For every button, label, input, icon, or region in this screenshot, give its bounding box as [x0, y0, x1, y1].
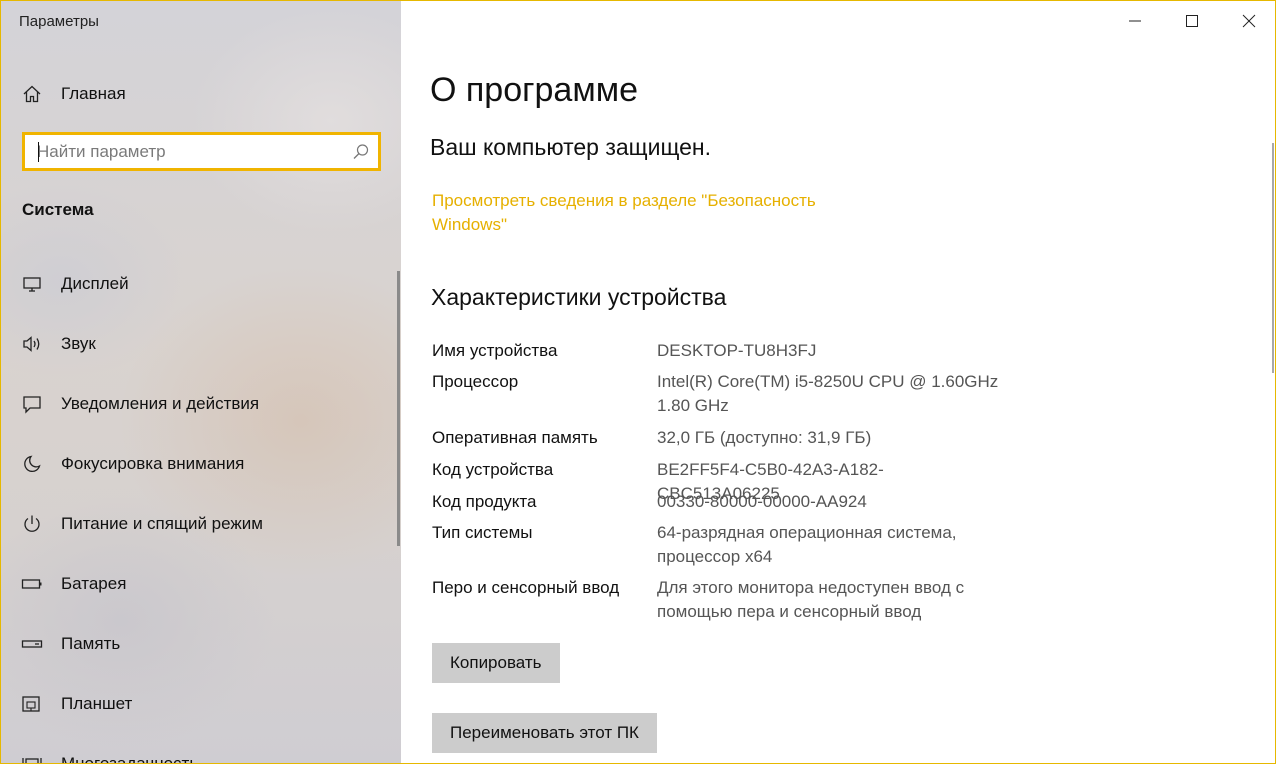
spec-label: Код продукта	[432, 492, 537, 511]
sidebar-item-battery[interactable]: Батарея	[1, 554, 401, 614]
sidebar-item-notifications[interactable]: Уведомления и действия	[1, 374, 401, 434]
main-content: О программе Ваш компьютер защищен. Просм…	[401, 1, 1275, 763]
spec-label: Код устройства	[432, 460, 554, 479]
minimize-button[interactable]	[1106, 1, 1163, 41]
power-icon	[21, 513, 43, 535]
sidebar-item-multitasking[interactable]: Многозадачность	[1, 734, 401, 764]
spec-value: Intel(R) Core(TM) i5-8250U CPU @ 1.60GHz…	[657, 372, 999, 415]
maximize-icon	[1185, 15, 1198, 27]
spec-label: Перо и сенсорный ввод	[432, 578, 620, 597]
spec-label: Имя устройства	[432, 341, 558, 360]
app-title: Параметры	[19, 13, 99, 30]
spec-label: Процессор	[432, 372, 519, 391]
protection-status: Ваш компьютер защищен.	[430, 134, 711, 160]
sidebar-item-label: Звук	[61, 334, 96, 353]
text-caret	[38, 142, 39, 162]
sidebar-item-label: Фокусировка внимания	[61, 454, 245, 473]
sidebar-item-sound[interactable]: Звук	[1, 314, 401, 374]
sidebar-nav: Дисплей Звук Уведомления и действия Фоку…	[1, 254, 401, 764]
search-box	[22, 132, 381, 171]
home-icon	[21, 83, 43, 105]
sidebar-item-home[interactable]: Главная	[1, 77, 401, 111]
multitasking-icon	[21, 753, 43, 763]
sidebar-item-label: Главная	[61, 84, 126, 103]
spec-label: Оперативная память	[432, 428, 598, 447]
minimize-icon	[1128, 20, 1141, 22]
tablet-icon	[21, 693, 43, 715]
sidebar-item-label: Питание и спящий режим	[61, 514, 263, 533]
search-input[interactable]	[37, 140, 337, 164]
spec-label: Тип системы	[432, 523, 533, 542]
spec-value: 32,0 ГБ (доступно: 31,9 ГБ)	[657, 428, 872, 447]
sidebar-item-storage[interactable]: Память	[1, 614, 401, 674]
sidebar-item-label: Многозадачность	[61, 754, 199, 764]
search-icon[interactable]	[352, 143, 370, 161]
rename-pc-button[interactable]: Переименовать этот ПК	[432, 713, 657, 753]
storage-icon	[21, 633, 43, 655]
sidebar-item-label: Планшет	[61, 694, 133, 713]
sidebar-item-label: Батарея	[61, 574, 127, 593]
sidebar-item-label: Память	[61, 634, 121, 653]
sidebar-item-power[interactable]: Питание и спящий режим	[1, 494, 401, 554]
window-controls	[1106, 1, 1275, 41]
copy-button[interactable]: Копировать	[432, 643, 560, 683]
sidebar-item-display[interactable]: Дисплей	[1, 254, 401, 314]
notification-icon	[21, 393, 43, 415]
spec-value: 64-разрядная операционная система, проце…	[657, 523, 957, 566]
speaker-icon	[21, 333, 43, 355]
page-title: О программе	[430, 71, 639, 109]
close-icon	[1242, 14, 1255, 28]
security-link[interactable]: Просмотреть сведения в разделе "Безопасн…	[432, 189, 852, 237]
sidebar-scrollbar[interactable]	[397, 271, 400, 546]
maximize-button[interactable]	[1163, 1, 1220, 41]
sidebar-item-tablet[interactable]: Планшет	[1, 674, 401, 734]
sidebar-item-label: Дисплей	[61, 274, 129, 293]
sidebar-item-focus-assist[interactable]: Фокусировка внимания	[1, 434, 401, 494]
close-button[interactable]	[1220, 1, 1275, 41]
display-icon	[21, 273, 43, 295]
spec-value: Для этого монитора недоступен ввод с пом…	[657, 578, 965, 621]
spec-value: 00330-80000-00000-AA924	[657, 492, 867, 511]
sidebar: Параметры Главная Система Дисплей	[1, 1, 401, 764]
section-title: Система	[22, 200, 94, 219]
battery-icon	[21, 573, 43, 595]
spec-value: DESKTOP-TU8H3FJ	[657, 341, 817, 360]
main-scrollbar[interactable]	[1272, 143, 1274, 373]
moon-icon	[21, 453, 43, 475]
specs-title: Характеристики устройства	[431, 284, 727, 310]
sidebar-item-label: Уведомления и действия	[61, 394, 260, 413]
settings-window: Параметры Главная Система Дисплей	[0, 0, 1276, 764]
